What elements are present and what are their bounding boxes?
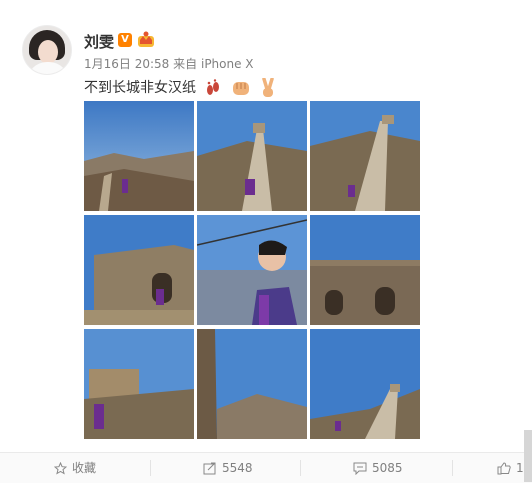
favorite-button[interactable]: 收藏 — [53, 453, 97, 483]
post-time[interactable]: 1月16日 20:58 — [84, 57, 169, 71]
photo-3[interactable] — [310, 101, 420, 211]
repost-icon — [203, 462, 216, 475]
victory-emoji — [262, 78, 275, 97]
avatar[interactable] — [22, 25, 72, 75]
photo-2[interactable] — [197, 101, 307, 211]
footprint-emoji — [207, 79, 220, 95]
star-icon — [53, 461, 68, 475]
post-text: 不到长城非女汉纸 — [84, 80, 196, 96]
comment-icon — [353, 462, 367, 476]
action-bar: 收藏 5548 5085 14 — [0, 452, 532, 483]
post-text-row: 不到长城非女汉纸 — [84, 77, 277, 98]
divider — [452, 460, 453, 476]
thumbs-up-icon — [497, 462, 511, 475]
repost-button[interactable]: 5548 — [203, 453, 253, 483]
author-name[interactable]: 刘雯 — [84, 31, 114, 52]
fist-emoji — [232, 82, 249, 95]
crown-badge-icon — [138, 31, 154, 47]
post-source[interactable]: iPhone X — [201, 57, 254, 71]
divider — [300, 460, 301, 476]
photo-6[interactable] — [310, 215, 420, 325]
comment-button[interactable]: 5085 — [353, 453, 403, 483]
weibo-post-card: 刘雯 V 1月16日 20:58 来自 iPhone X 不到长城非女汉纸 收藏… — [0, 0, 532, 483]
post-meta: 1月16日 20:58 来自 iPhone X — [84, 55, 254, 72]
divider — [150, 460, 151, 476]
scrollbar[interactable] — [524, 430, 532, 482]
photo-4[interactable] — [84, 215, 194, 325]
photo-5[interactable] — [197, 215, 307, 325]
verified-badge: V — [118, 33, 132, 47]
repost-count: 5548 — [222, 461, 253, 475]
photo-1[interactable] — [84, 101, 194, 211]
comment-count: 5085 — [372, 461, 403, 475]
photo-9[interactable] — [310, 329, 420, 439]
photo-7[interactable] — [84, 329, 194, 439]
source-prefix: 来自 — [173, 57, 198, 71]
photo-grid — [84, 101, 420, 439]
photo-8[interactable] — [197, 329, 307, 439]
favorite-label: 收藏 — [72, 461, 97, 475]
